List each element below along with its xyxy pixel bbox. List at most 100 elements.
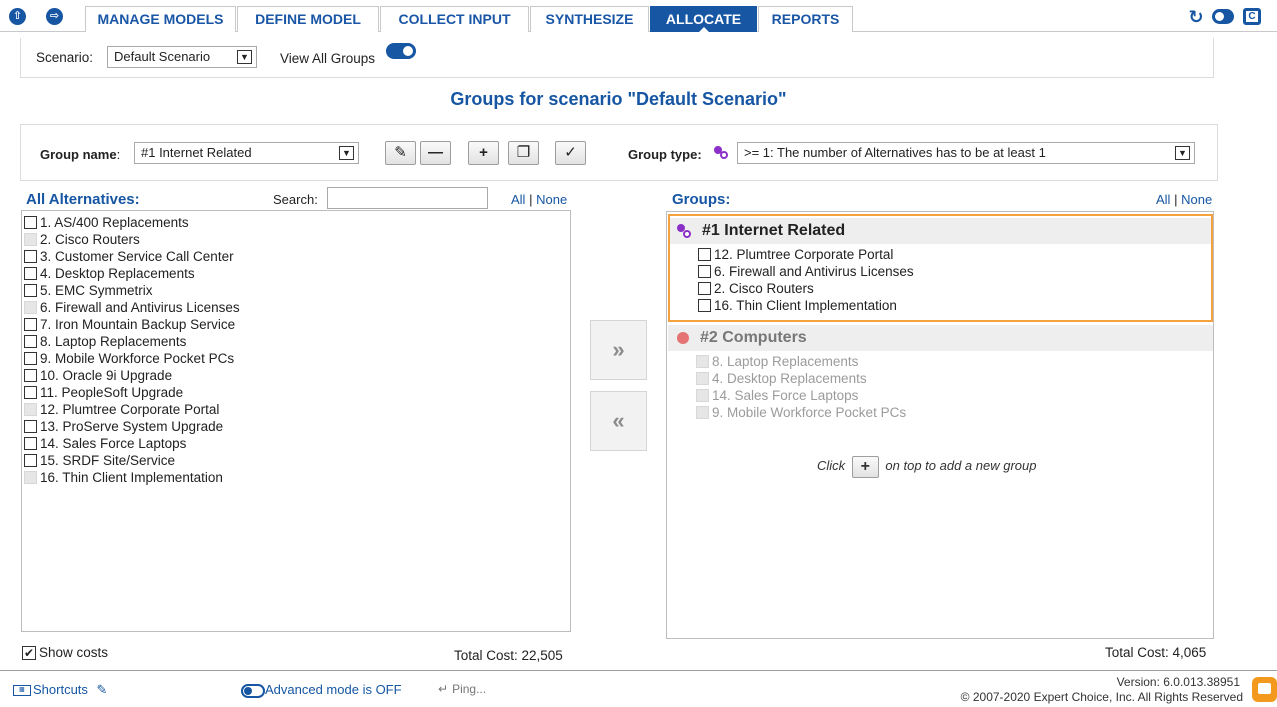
tab-manage-models[interactable]: MANAGE MODELS bbox=[85, 6, 236, 32]
select-none-link[interactable]: None bbox=[536, 192, 567, 207]
list-item[interactable]: 1. AS/400 Replacements bbox=[22, 214, 189, 231]
edit-group-button[interactable]: ✎ bbox=[385, 141, 416, 165]
groups-select-all-link[interactable]: All bbox=[1156, 192, 1170, 207]
checkbox[interactable] bbox=[24, 283, 37, 297]
checkbox[interactable] bbox=[24, 317, 37, 331]
checkbox bbox=[24, 402, 37, 416]
alternatives-list: 1. AS/400 Replacements 2. Cisco Routers … bbox=[21, 210, 571, 632]
groups-select-none-link[interactable]: None bbox=[1181, 192, 1212, 207]
group-card-internet-related[interactable]: #1 Internet Related 12. Plumtree Corpora… bbox=[668, 214, 1213, 322]
group-member[interactable]: 2. Cisco Routers bbox=[696, 280, 814, 297]
checkbox[interactable] bbox=[24, 368, 37, 382]
group-card-computers[interactable]: #2 Computers 8. Laptop Replacements 4. D… bbox=[668, 325, 1213, 423]
checkbox[interactable] bbox=[24, 266, 37, 280]
list-item: 2. Cisco Routers bbox=[22, 231, 140, 248]
groups-select-links: All | None bbox=[1156, 192, 1212, 207]
show-costs-checkbox[interactable]: ✔ bbox=[22, 646, 36, 661]
list-item[interactable]: 4. Desktop Replacements bbox=[22, 265, 195, 282]
list-item[interactable]: 7. Iron Mountain Backup Service bbox=[22, 316, 235, 333]
checkbox[interactable] bbox=[24, 385, 37, 399]
list-item[interactable]: 15. SRDF Site/Service bbox=[22, 452, 175, 469]
show-costs-label: Show costs bbox=[39, 645, 109, 660]
scenario-bar: Scenario: Default Scenario ▼ View All Gr… bbox=[20, 38, 1214, 78]
list-item: 16. Thin Client Implementation bbox=[22, 469, 223, 486]
advanced-mode-toggle[interactable]: Advanced mode is OFF bbox=[241, 682, 402, 698]
group-header[interactable]: #2 Computers bbox=[668, 325, 1213, 351]
top-nav: ⇧ ⇨ MANAGE MODELS DEFINE MODEL COLLECT I… bbox=[0, 0, 1277, 32]
checkbox[interactable] bbox=[24, 419, 37, 433]
group-member: 14. Sales Force Laptops bbox=[694, 387, 858, 404]
plus-icon[interactable]: + bbox=[851, 455, 879, 478]
add-group-button[interactable]: + bbox=[468, 141, 499, 165]
signal-icon: ↵ bbox=[438, 682, 449, 696]
checkbox[interactable] bbox=[24, 351, 37, 365]
hint-text-post: on top to add a new group bbox=[885, 458, 1037, 473]
view-all-groups-toggle[interactable] bbox=[386, 43, 416, 59]
chat-icon[interactable] bbox=[1252, 677, 1277, 702]
checkbox[interactable] bbox=[698, 298, 711, 312]
checkbox[interactable] bbox=[698, 264, 711, 278]
list-item[interactable]: 5. EMC Symmetrix bbox=[22, 282, 153, 299]
list-item[interactable]: 10. Oracle 9i Upgrade bbox=[22, 367, 172, 384]
group-name-select[interactable]: #1 Internet Related ▼ bbox=[134, 142, 359, 164]
checkbox[interactable] bbox=[24, 334, 37, 348]
checkbox bbox=[24, 300, 37, 314]
group-toolbar: Group name: #1 Internet Related ▼ ✎ — + … bbox=[20, 124, 1218, 181]
checkbox[interactable] bbox=[24, 453, 37, 467]
group-member[interactable]: 16. Thin Client Implementation bbox=[696, 297, 897, 314]
list-item[interactable]: 3. Customer Service Call Center bbox=[22, 248, 234, 265]
checkbox bbox=[696, 371, 709, 385]
page-title: Groups for scenario "Default Scenario" bbox=[450, 89, 787, 109]
checkbox bbox=[696, 405, 709, 419]
copy-icon: ❐ bbox=[516, 144, 531, 161]
checkbox[interactable] bbox=[698, 281, 711, 295]
remove-from-group-button[interactable]: « bbox=[590, 391, 647, 451]
remove-group-button[interactable]: — bbox=[420, 141, 451, 165]
edit-icon[interactable]: ✎ bbox=[97, 682, 108, 697]
checkbox bbox=[24, 470, 37, 484]
select-all-link[interactable]: All bbox=[511, 192, 525, 207]
checkbox[interactable] bbox=[24, 249, 37, 263]
shortcuts-link[interactable]: ▩ Shortcuts ✎ bbox=[13, 682, 107, 698]
group-name: #2 Computers bbox=[700, 329, 807, 346]
list-item: 6. Firewall and Antivirus Licenses bbox=[22, 299, 240, 316]
group-type-select[interactable]: >= 1: The number of Alternatives has to … bbox=[737, 142, 1195, 164]
checkbox bbox=[696, 354, 709, 368]
red-dot-icon bbox=[677, 332, 689, 344]
group-type-value: >= 1: The number of Alternatives has to … bbox=[744, 145, 1046, 160]
list-item[interactable]: 8. Laptop Replacements bbox=[22, 333, 186, 350]
scenario-value: Default Scenario bbox=[114, 49, 211, 64]
list-item[interactable]: 14. Sales Force Laptops bbox=[22, 435, 186, 452]
ping-status: ↵ Ping... bbox=[438, 682, 487, 696]
list-item[interactable]: 13. ProServe System Upgrade bbox=[22, 418, 223, 435]
tab-allocate[interactable]: ALLOCATE bbox=[650, 6, 757, 32]
toggle-icon[interactable] bbox=[1212, 9, 1234, 24]
tab-define-model[interactable]: DEFINE MODEL bbox=[237, 6, 379, 32]
right-arrow-circle-icon[interactable]: ⇨ bbox=[46, 8, 63, 25]
tab-collect-input[interactable]: COLLECT INPUT bbox=[380, 6, 529, 32]
checkbox[interactable] bbox=[698, 247, 711, 261]
clean-group-button[interactable]: ✓ bbox=[555, 141, 586, 165]
up-arrow-circle-icon[interactable]: ⇧ bbox=[9, 8, 26, 25]
tab-reports[interactable]: REPORTS bbox=[758, 6, 853, 32]
group-member[interactable]: 6. Firewall and Antivirus Licenses bbox=[696, 263, 914, 280]
copy-group-button[interactable]: ❐ bbox=[508, 141, 539, 165]
group-header[interactable]: #1 Internet Related bbox=[670, 218, 1211, 244]
search-label: Search: bbox=[273, 192, 318, 207]
tab-synthesize[interactable]: SYNTHESIZE bbox=[530, 6, 649, 32]
list-item[interactable]: 9. Mobile Workforce Pocket PCs bbox=[22, 350, 234, 367]
checkbox[interactable] bbox=[24, 215, 37, 229]
show-costs-control[interactable]: ✔ Show costs bbox=[22, 645, 109, 661]
version-text: Version: 6.0.013.38951 bbox=[1116, 675, 1240, 689]
add-to-group-button[interactable]: » bbox=[590, 320, 647, 380]
capture-icon[interactable]: C bbox=[1243, 8, 1261, 25]
scenario-select[interactable]: Default Scenario ▼ bbox=[107, 46, 257, 68]
list-item[interactable]: 11. PeopleSoft Upgrade bbox=[22, 384, 183, 401]
group-member[interactable]: 12. Plumtree Corporate Portal bbox=[696, 246, 893, 263]
alternatives-select-links: All | None bbox=[511, 192, 567, 207]
refresh-icon[interactable]: ↻ bbox=[1187, 8, 1205, 26]
separator: | bbox=[529, 192, 533, 207]
search-input[interactable] bbox=[327, 187, 488, 209]
group-member: 8. Laptop Replacements bbox=[694, 353, 858, 370]
checkbox[interactable] bbox=[24, 436, 37, 450]
